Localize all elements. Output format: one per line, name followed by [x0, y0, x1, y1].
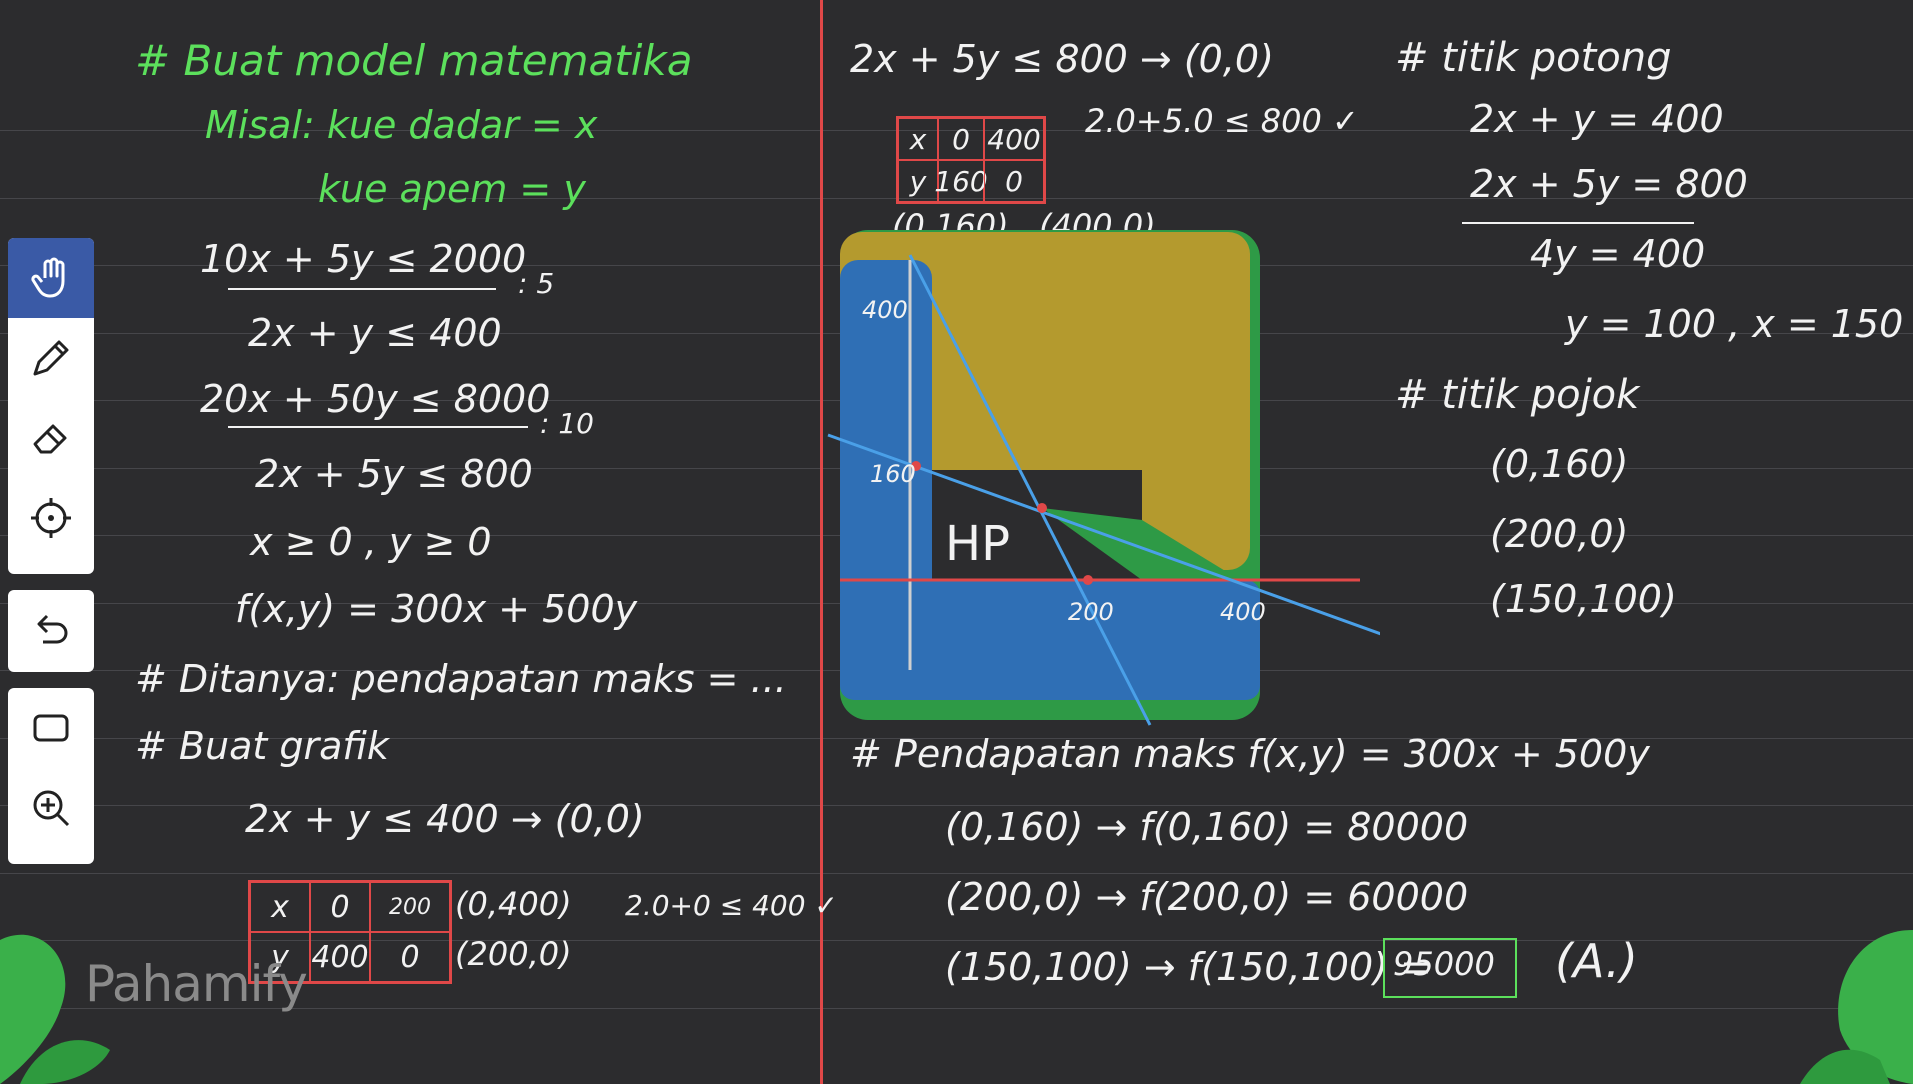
equation-1: 2x + y = 400 [1470, 97, 1724, 141]
graph-heading: # Buat grafik [135, 724, 389, 768]
corner-point [1037, 503, 1047, 513]
tick-x-400: 400 [1220, 598, 1266, 626]
leaf-decoration-left [0, 934, 110, 1084]
undo-button[interactable] [8, 590, 94, 670]
constraint-2: 20x + 50y ≤ 8000 [200, 377, 551, 421]
equation-3: 4y = 400 [1530, 232, 1706, 276]
line-1-points-a: (0,400) [455, 885, 572, 923]
zoom-tool-button[interactable] [8, 768, 94, 848]
answer-choice: (A.) [1555, 934, 1638, 988]
underline [228, 288, 496, 290]
undo-icon [37, 614, 68, 644]
constraint-2-simplified: 2x + 5y ≤ 800 [255, 452, 533, 496]
nonnegativity: x ≥ 0 , y ≥ 0 [250, 520, 492, 564]
constraint-1: 10x + 5y ≤ 2000 [200, 237, 527, 281]
leaf-decoration-right [1800, 930, 1913, 1084]
shape-tool-button[interactable] [8, 688, 94, 768]
corner-point [1083, 575, 1093, 585]
table-cell: y [898, 160, 938, 202]
evaluation-3: (150,100) → f(150,100) = [945, 945, 1432, 989]
laser-pointer-tool-button[interactable] [8, 478, 94, 558]
zoom-in-icon [33, 790, 70, 827]
constraint-1-simplified: 2x + y ≤ 400 [248, 311, 502, 355]
corner-point-2: (200,0) [1490, 512, 1629, 556]
line-1-check: 2.0+0 ≤ 400 ✓ [625, 889, 838, 922]
constraint-2-divisor: : 10 [540, 407, 594, 440]
tick-y-400: 400 [862, 296, 908, 324]
undo-panel [8, 590, 94, 672]
table-line-2: x 0 400 y 160 0 [896, 116, 1046, 204]
line-2-test: 2x + 5y ≤ 800 → (0,0) [850, 37, 1274, 81]
tool-palette [8, 238, 94, 574]
hand-tool-button[interactable] [8, 238, 94, 318]
table-cell: 0 [984, 160, 1044, 202]
pen-tool-button[interactable] [8, 318, 94, 398]
blue-region-horizontal [840, 580, 1260, 700]
variable-y: kue apem = y [318, 167, 586, 211]
table-cell: 400 [984, 118, 1044, 160]
feasible-region-graph: 400 160 200 400 HP [827, 230, 1380, 726]
line-1-points-b: (200,0) [455, 935, 572, 973]
equation-4: y = 100 , x = 150 [1565, 302, 1904, 346]
hp-label: HP [945, 516, 1010, 572]
evaluation-1: (0,160) → f(0,160) = 80000 [945, 805, 1469, 849]
max-revenue-heading: # Pendapatan maks f(x,y) = 300x + 500y [850, 732, 1650, 776]
subtraction-line [1462, 222, 1694, 224]
table-cell: 400 [310, 932, 370, 982]
evaluation-2: (200,0) → f(200,0) = 60000 [945, 875, 1469, 919]
question-heading: # Ditanya: pendapatan maks = ... [135, 657, 787, 701]
objective-function: f(x,y) = 300x + 500y [235, 587, 638, 631]
model-heading: # Buat model matematika [135, 36, 693, 85]
table-cell: 0 [370, 932, 450, 982]
eraser-tool-button[interactable] [8, 398, 94, 478]
line-1-test: 2x + y ≤ 400 → (0,0) [245, 797, 645, 841]
constraint-1-divisor: : 5 [518, 267, 555, 300]
corner-point-1: (0,160) [1490, 442, 1629, 486]
variable-x: Misal: kue dadar = x [205, 103, 598, 147]
crosshair-icon [31, 498, 71, 538]
shape-zoom-panel [8, 688, 94, 864]
table-cell: 0 [310, 882, 370, 932]
max-value: 95000 [1393, 945, 1495, 983]
line-2-check: 2.0+5.0 ≤ 800 ✓ [1085, 102, 1359, 140]
intersection-heading: # titik potong [1395, 35, 1672, 81]
table-cell: 0 [938, 118, 984, 160]
corner-heading: # titik pojok [1395, 372, 1640, 418]
underline [228, 426, 528, 428]
rectangle-icon [33, 714, 69, 742]
table-cell: x [250, 882, 310, 932]
corner-point-3: (150,100) [1490, 577, 1677, 621]
eraser-icon [33, 424, 67, 454]
tick-y-160: 160 [870, 460, 916, 488]
table-cell: 160 [934, 160, 988, 202]
table-cell: 200 [370, 882, 450, 932]
pen-icon [33, 340, 69, 376]
equation-2: 2x + 5y = 800 [1470, 162, 1748, 206]
ruled-line [0, 873, 1913, 874]
table-cell: x [898, 118, 938, 160]
hand-icon [31, 257, 65, 298]
tick-x-200: 200 [1068, 598, 1114, 626]
